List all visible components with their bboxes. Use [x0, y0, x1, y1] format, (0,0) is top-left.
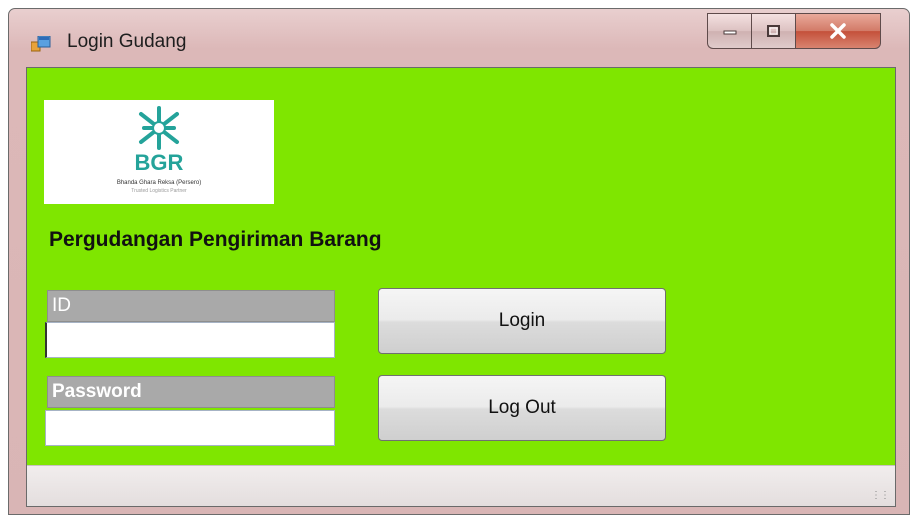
password-label: Password — [47, 376, 335, 408]
id-input[interactable] — [45, 322, 335, 358]
resize-grip-icon[interactable]: ⋮⋮ — [871, 491, 890, 501]
minimize-icon — [723, 30, 736, 35]
maximize-icon — [766, 25, 780, 37]
logo-text: BGR — [134, 150, 184, 175]
close-icon — [830, 23, 846, 39]
password-input[interactable] — [45, 410, 335, 446]
caption-buttons — [707, 13, 881, 49]
login-window: Login Gudang BGR Bhanda Ghara Reksa (Per… — [8, 8, 910, 515]
logo-subtitle: Bhanda Ghara Reksa (Persero) — [116, 180, 202, 186]
logout-button[interactable]: Log Out — [378, 375, 666, 441]
close-button[interactable] — [795, 13, 881, 49]
minimize-button[interactable] — [707, 13, 751, 49]
bgr-logo: BGR Bhanda Ghara Reksa (Persero) Trusted… — [44, 100, 274, 204]
logo-tagline: Trusted Logistics Partner — [131, 188, 187, 194]
status-bar: ⋮⋮ — [27, 465, 895, 506]
title-bar[interactable]: Login Gudang — [9, 9, 909, 65]
window-title: Login Gudang — [67, 31, 187, 52]
form-app-icon — [31, 36, 51, 52]
maximize-button[interactable] — [751, 13, 795, 49]
page-heading: Pergudangan Pengiriman Barang — [49, 228, 382, 251]
id-label: ID — [47, 290, 335, 322]
form-client-area: BGR Bhanda Ghara Reksa (Persero) Trusted… — [26, 67, 896, 507]
bgr-emblem-icon — [139, 106, 179, 150]
login-button[interactable]: Login — [378, 288, 666, 354]
